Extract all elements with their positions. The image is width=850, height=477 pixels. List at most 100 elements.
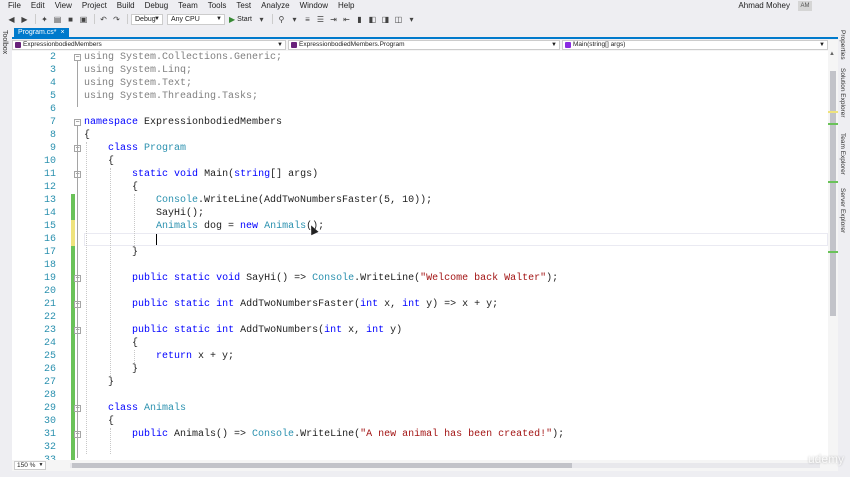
code-line[interactable]: 26 } — [12, 363, 828, 376]
horizontal-scrollbar[interactable] — [70, 463, 820, 468]
code-line[interactable]: 18 — [12, 259, 828, 272]
code-line[interactable]: 2 − using System.Collections.Generic; — [12, 51, 828, 64]
comment-icon[interactable]: ☰ — [315, 14, 326, 25]
vertical-scrollbar[interactable]: ▲ — [828, 51, 838, 460]
platform-dropdown[interactable]: Any CPU ▼ — [167, 13, 225, 25]
code-line[interactable]: 23− public static int AddTwoNumbers(int … — [12, 324, 828, 337]
outdent-icon[interactable]: ⇤ — [341, 14, 352, 25]
type-dropdown[interactable]: ExpressionbodiedMembers.Program ▼ — [288, 40, 560, 50]
back-icon[interactable]: ◀ — [6, 14, 17, 25]
code-text: class Program — [108, 143, 187, 154]
menu-analyze[interactable]: Analyze — [256, 0, 294, 12]
right-tool-strip: Properties Solution Explorer Team Explor… — [838, 28, 850, 477]
forward-icon[interactable]: ▶ — [19, 14, 30, 25]
menu-edit[interactable]: Edit — [26, 0, 50, 12]
start-button[interactable]: ▶ Start — [229, 15, 252, 24]
zoom-dropdown[interactable]: 150 % ▼ — [14, 461, 47, 470]
new-project-icon[interactable]: ✦ — [39, 14, 50, 25]
indent-icon[interactable]: ⇥ — [328, 14, 339, 25]
undo-icon[interactable]: ↶ — [98, 14, 109, 25]
server-explorer-tab[interactable]: Server Explorer — [839, 188, 846, 233]
line-number: 3 — [49, 65, 56, 76]
line-number: 20 — [43, 286, 56, 297]
open-file-icon[interactable]: ▤ — [52, 14, 63, 25]
code-line[interactable]: 4 using System.Text; — [12, 77, 828, 90]
unsaved-change-bar — [71, 233, 75, 246]
toolbar-options-icon[interactable]: ▾ — [406, 14, 417, 25]
user-name[interactable]: Ahmad Mohey — [738, 0, 790, 12]
code-line[interactable]: 29− class Animals — [12, 402, 828, 415]
current-line-highlight — [84, 233, 828, 246]
prev-bookmark-icon[interactable]: ◧ — [367, 14, 378, 25]
indent-guide — [110, 428, 111, 454]
menu-window[interactable]: Window — [295, 0, 333, 12]
scrollbar-thumb[interactable] — [830, 71, 836, 316]
code-line[interactable]: 10 { — [12, 155, 828, 168]
saved-change-bar — [71, 246, 75, 259]
code-text: } — [84, 364, 139, 375]
code-line[interactable]: 3 using System.Linq; — [12, 64, 828, 77]
code-line[interactable]: 28 — [12, 389, 828, 402]
code-line[interactable]: 27 } — [12, 376, 828, 389]
code-line[interactable]: 5 using System.Threading.Tasks; — [12, 90, 828, 103]
member-dropdown[interactable]: Main(string[] args) ▼ — [562, 40, 828, 50]
code-line[interactable]: 24 { — [12, 337, 828, 350]
code-line[interactable]: 7 − namespace ExpressionbodiedMembers — [12, 116, 828, 129]
menu-test[interactable]: Test — [231, 0, 256, 12]
scroll-up-icon[interactable]: ▲ — [829, 51, 835, 57]
collapse-icon[interactable]: − — [74, 54, 81, 61]
indent-guide — [134, 194, 135, 246]
next-bookmark-icon[interactable]: ◨ — [380, 14, 391, 25]
menu-debug[interactable]: Debug — [140, 0, 174, 12]
line-number: 21 — [43, 299, 56, 310]
menu-file[interactable]: File — [3, 0, 26, 12]
solution-config-dropdown[interactable]: Debug ▼ — [131, 13, 163, 25]
project-dropdown[interactable]: ExpressionbodiedMembers ▼ — [12, 40, 286, 50]
code-editor[interactable]: 2− using System.Collections.Generic; 3 usin… — [12, 51, 828, 460]
code-line[interactable]: 8{ — [12, 129, 828, 142]
collapse-icon[interactable]: − — [74, 119, 81, 126]
toolbar-divider — [94, 14, 95, 24]
save-all-icon[interactable]: ▣ — [78, 14, 89, 25]
redo-icon[interactable]: ↷ — [111, 14, 122, 25]
team-explorer-tab[interactable]: Team Explorer — [839, 133, 846, 175]
clear-bookmarks-icon[interactable]: ◫ — [393, 14, 404, 25]
line-number: 22 — [43, 312, 56, 323]
avatar[interactable]: AM — [798, 1, 812, 11]
menu-project[interactable]: Project — [77, 0, 112, 12]
menu-help[interactable]: Help — [333, 0, 359, 12]
menu-tools[interactable]: Tools — [203, 0, 232, 12]
menu-team[interactable]: Team — [173, 0, 203, 12]
menu-build[interactable]: Build — [112, 0, 140, 12]
code-text: public static int AddTwoNumbers(int x, i… — [132, 325, 403, 336]
code-line[interactable]: 30 { — [12, 415, 828, 428]
solution-explorer-tab[interactable]: Solution Explorer — [839, 68, 846, 118]
scrollbar-thumb[interactable] — [72, 463, 572, 468]
tab-program-cs[interactable]: Program.cs* × — [14, 28, 69, 37]
bookmark-icon[interactable]: ▮ — [354, 14, 365, 25]
code-line[interactable]: 21− public static int AddTwoNumbersFaste… — [12, 298, 828, 311]
chevron-down-icon[interactable]: ▾ — [256, 14, 267, 25]
code-line[interactable]: 32 — [12, 441, 828, 454]
code-line[interactable]: 22 — [12, 311, 828, 324]
code-text: Console.WriteLine(AddTwoNumbersFaster(5,… — [156, 195, 433, 206]
platform-value: Any CPU — [171, 15, 200, 23]
code-line[interactable]: 12 { — [12, 181, 828, 194]
save-icon[interactable]: ■ — [65, 14, 76, 25]
code-line[interactable]: 9− class Program — [12, 142, 828, 155]
code-line[interactable]: 19− public static void SayHi() => Consol… — [12, 272, 828, 285]
chevron-down-icon[interactable]: ▾ — [289, 14, 300, 25]
code-line[interactable]: 31− public Animals() => Console.WriteLin… — [12, 428, 828, 441]
close-icon[interactable]: × — [61, 28, 65, 37]
menu-view[interactable]: View — [50, 0, 77, 12]
code-line[interactable]: 17 } — [12, 246, 828, 259]
code-line[interactable]: 11− static void Main(string[] args) — [12, 168, 828, 181]
toolbox-tab[interactable]: Toolbox — [1, 30, 8, 54]
code-line[interactable]: 20 — [12, 285, 828, 298]
format-icon[interactable]: ≡ — [302, 14, 313, 25]
find-icon[interactable]: ⚲ — [276, 14, 287, 25]
properties-tab[interactable]: Properties — [839, 30, 846, 60]
toolbox-strip: Toolbox — [0, 28, 12, 477]
code-line[interactable]: 6 — [12, 103, 828, 116]
line-number: 19 — [43, 273, 56, 284]
